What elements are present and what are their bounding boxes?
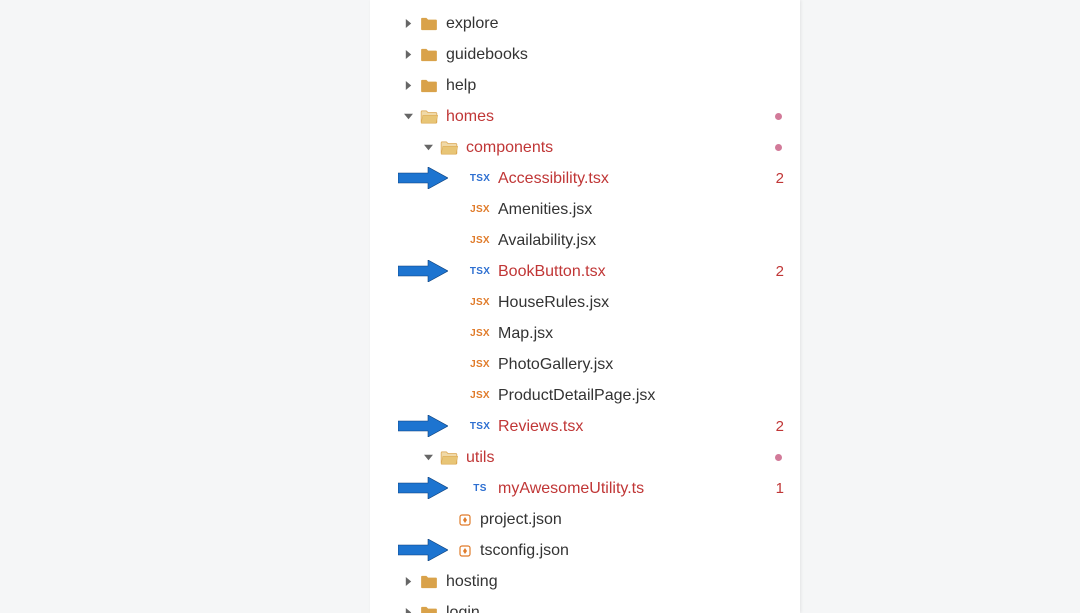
tree-item-label: PhotoGallery.jsx: [498, 356, 800, 374]
tree-item-label: Availability.jsx: [498, 232, 800, 250]
modified-dot-icon: [775, 113, 782, 120]
tree-item[interactable]: hosting: [370, 566, 800, 597]
chevron-down-icon[interactable]: [422, 142, 434, 154]
tree-item-label: components: [466, 139, 800, 157]
folder-open-icon: [440, 451, 458, 465]
tree-item[interactable]: TS myAwesomeUtility.ts1: [370, 473, 800, 504]
tree-item-label: HouseRules.jsx: [498, 294, 800, 312]
tree-item-label: Accessibility.tsx: [498, 170, 800, 188]
folder-icon: [420, 606, 438, 613]
tree-item-label: help: [446, 77, 800, 95]
folder-icon: [420, 79, 438, 93]
jsx-file-icon: JSX: [470, 359, 490, 370]
tree-item-label: hosting: [446, 573, 800, 591]
folder-icon: [420, 575, 438, 589]
tree-item[interactable]: homes: [370, 101, 800, 132]
chevron-right-icon[interactable]: [402, 80, 414, 92]
modified-dot-icon: [775, 454, 782, 461]
tree-item[interactable]: utils: [370, 442, 800, 473]
modification-count-badge: 2: [776, 418, 784, 435]
tree-item[interactable]: JSX Amenities.jsx: [370, 194, 800, 225]
modification-count-badge: 1: [776, 480, 784, 497]
tree-item-label: BookButton.tsx: [498, 263, 800, 281]
jsx-file-icon: JSX: [470, 297, 490, 308]
tree-item[interactable]: TSX Accessibility.tsx2: [370, 163, 800, 194]
tree-item[interactable]: project.json: [370, 504, 800, 535]
tsx-file-icon: TSX: [470, 173, 490, 184]
ts-file-icon: TS: [470, 483, 490, 494]
jsx-file-icon: JSX: [470, 328, 490, 339]
jsx-file-icon: JSX: [470, 390, 490, 401]
folder-icon: [420, 48, 438, 62]
tree-item-label: utils: [466, 449, 800, 467]
chevron-down-icon[interactable]: [422, 452, 434, 464]
tree-item[interactable]: help: [370, 70, 800, 101]
tree-item-label: explore: [446, 15, 800, 33]
json-file-icon: [458, 544, 472, 558]
chevron-right-icon[interactable]: [402, 18, 414, 30]
tree-item-label: tsconfig.json: [480, 542, 800, 560]
tree-item[interactable]: JSX Availability.jsx: [370, 225, 800, 256]
folder-open-icon: [440, 141, 458, 155]
tree-item-label: Reviews.tsx: [498, 418, 800, 436]
tree-item[interactable]: components: [370, 132, 800, 163]
tree-item[interactable]: TSX BookButton.tsx2: [370, 256, 800, 287]
chevron-right-icon[interactable]: [402, 607, 414, 613]
tsx-file-icon: TSX: [470, 266, 490, 277]
chevron-down-icon[interactable]: [402, 111, 414, 123]
tree-item-label: ProductDetailPage.jsx: [498, 387, 800, 405]
tree-item[interactable]: JSX ProductDetailPage.jsx: [370, 380, 800, 411]
tree-item[interactable]: JSX HouseRules.jsx: [370, 287, 800, 318]
file-tree: explore guidebooks help homes components TSX A…: [370, 8, 800, 613]
tree-item[interactable]: TSX Reviews.tsx2: [370, 411, 800, 442]
chevron-right-icon[interactable]: [402, 576, 414, 588]
tree-item-label: myAwesomeUtility.ts: [498, 480, 800, 498]
folder-icon: [420, 17, 438, 31]
tsx-file-icon: TSX: [470, 421, 490, 432]
tree-item[interactable]: guidebooks: [370, 39, 800, 70]
tree-item[interactable]: tsconfig.json: [370, 535, 800, 566]
chevron-right-icon[interactable]: [402, 49, 414, 61]
tree-item-label: guidebooks: [446, 46, 800, 64]
tree-item[interactable]: JSX PhotoGallery.jsx: [370, 349, 800, 380]
tree-item[interactable]: login: [370, 597, 800, 613]
tree-item[interactable]: explore: [370, 8, 800, 39]
jsx-file-icon: JSX: [470, 204, 490, 215]
tree-item-label: Amenities.jsx: [498, 201, 800, 219]
modified-dot-icon: [775, 144, 782, 151]
tree-item[interactable]: JSX Map.jsx: [370, 318, 800, 349]
jsx-file-icon: JSX: [470, 235, 490, 246]
folder-open-icon: [420, 110, 438, 124]
tree-item-label: login: [446, 604, 800, 613]
tree-item-label: project.json: [480, 511, 800, 529]
json-file-icon: [458, 513, 472, 527]
modification-count-badge: 2: [776, 263, 784, 280]
tree-item-label: homes: [446, 108, 800, 126]
modification-count-badge: 2: [776, 170, 784, 187]
tree-item-label: Map.jsx: [498, 325, 800, 343]
file-explorer-panel: explore guidebooks help homes components TSX A…: [370, 0, 800, 613]
